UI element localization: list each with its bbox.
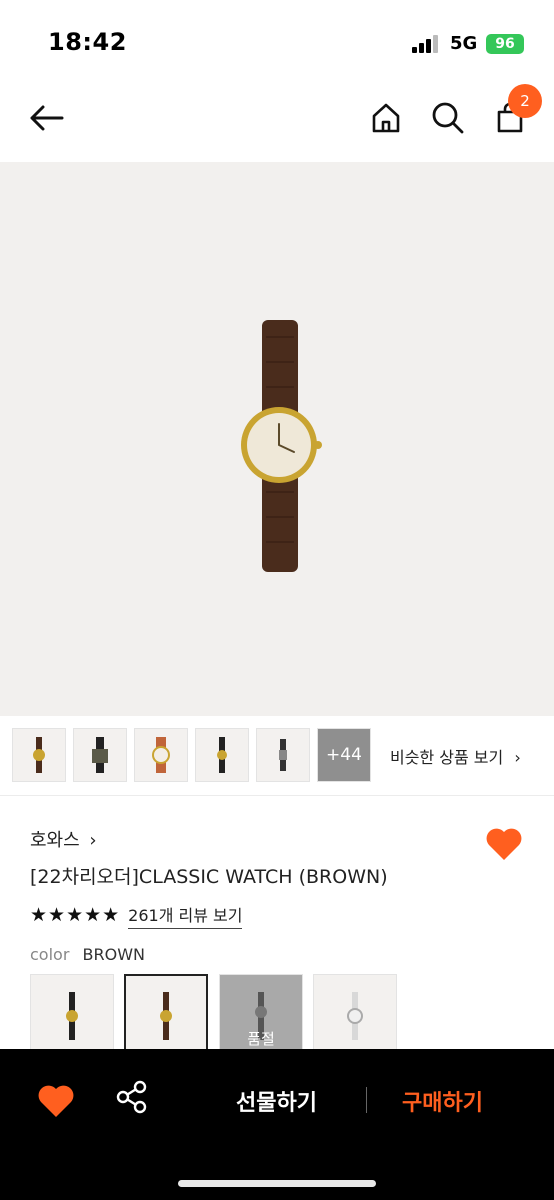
thumbnail-watch-image [152, 737, 170, 773]
bottom-wishlist-button[interactable] [36, 1081, 78, 1121]
color-option-selected[interactable] [124, 974, 208, 1058]
bottom-action-bar: 선물하기 구매하기 [0, 1049, 554, 1200]
similar-products-label: 비슷한 상품 보기 [390, 748, 504, 767]
watch-image [241, 320, 322, 572]
network-type: 5G [450, 33, 478, 54]
thumbnail-watch-image [217, 737, 227, 773]
home-button[interactable] [366, 98, 406, 138]
home-icon [372, 103, 400, 133]
home-indicator [178, 1180, 376, 1187]
brand-name: 호와스 [30, 830, 80, 851]
share-icon [116, 1080, 147, 1114]
swatch-watch-image [160, 992, 172, 1040]
battery-indicator: 96 [486, 34, 524, 54]
thumbnail[interactable] [134, 728, 188, 782]
bottom-divider [366, 1087, 367, 1113]
thumbnail-watch-image [92, 737, 108, 773]
thumbnail-watch-image [33, 737, 45, 773]
color-option[interactable] [313, 974, 397, 1058]
signal-icon [412, 35, 442, 53]
wishlist-button[interactable] [484, 824, 524, 864]
thumbnail[interactable] [12, 728, 66, 782]
thumbnail[interactable] [73, 728, 127, 782]
search-button[interactable] [428, 98, 468, 138]
color-value: BROWN [82, 945, 145, 964]
review-link[interactable]: 261개 리뷰 보기 [128, 902, 243, 929]
heart-icon [486, 828, 522, 860]
swatch-watch-image [66, 992, 78, 1040]
more-thumbnails-count: +44 [326, 745, 362, 765]
color-label: color [30, 945, 70, 964]
rating-row: ★★★★★ 261개 리뷰 보기 [30, 902, 243, 929]
thumbnail-watch-image [279, 739, 287, 771]
similar-products-link[interactable]: 비슷한 상품 보기 › [390, 744, 521, 768]
thumbnail[interactable] [256, 728, 310, 782]
buy-button[interactable]: 구매하기 [402, 1085, 483, 1117]
rating-stars: ★★★★★ [30, 904, 121, 926]
status-time: 18:42 [48, 28, 127, 56]
chevron-right-icon: › [514, 748, 521, 767]
more-thumbnails-button[interactable]: +44 [317, 728, 371, 782]
nav-bar [0, 80, 554, 162]
cart-count-badge: 2 [508, 84, 542, 118]
back-arrow-icon [30, 105, 64, 131]
status-bar: 18:42 5G 96 [0, 0, 554, 80]
color-option[interactable] [30, 974, 114, 1058]
chevron-right-icon: › [89, 830, 97, 851]
color-option-soldout[interactable]: 품절 [219, 974, 303, 1058]
product-title: [22차리오더]CLASSIC WATCH (BROWN) [30, 866, 388, 888]
color-row: color BROWN [30, 945, 145, 964]
thumbnail-strip: +44 비슷한 상품 보기 › [0, 716, 554, 796]
share-button[interactable] [114, 1079, 154, 1119]
soldout-label: 품절 [247, 1030, 275, 1048]
product-hero-image[interactable] [0, 162, 554, 716]
brand-link[interactable]: 호와스 › [30, 826, 97, 852]
swatch-watch-image [347, 992, 363, 1040]
gift-button[interactable]: 선물하기 [236, 1085, 317, 1117]
search-icon [432, 102, 464, 134]
heart-icon [38, 1085, 74, 1117]
back-button[interactable] [26, 98, 66, 138]
thumbnail[interactable] [195, 728, 249, 782]
